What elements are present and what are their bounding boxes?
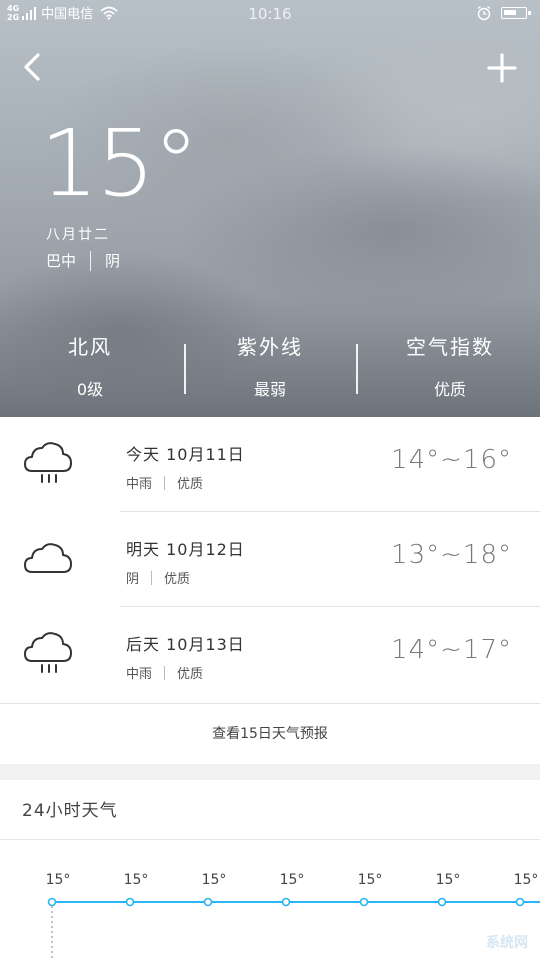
forecast-temp-range: 13°~18° xyxy=(391,540,512,570)
hourly-temp-label: 15° xyxy=(279,872,305,888)
forecast-row-day-after[interactable]: 后天 10月13日 中雨 优质 14°~17° xyxy=(0,607,540,702)
forecast-air: 优质 xyxy=(177,477,204,492)
forecast-meta: 中雨 优质 xyxy=(126,663,203,682)
hourly-temp-label: 15° xyxy=(435,872,461,888)
weather-indices: 北风 0级 紫外线 最弱 空气指数 优质 xyxy=(0,330,540,410)
forecast-weather: 阴 xyxy=(126,572,140,587)
index-wind: 北风 0级 xyxy=(0,330,180,400)
current-condition: 阴 xyxy=(105,252,121,270)
forecast-air: 优质 xyxy=(177,667,204,682)
index-label: 空气指数 xyxy=(406,335,494,359)
alarm-icon xyxy=(477,5,491,21)
hourly-point xyxy=(203,897,213,907)
forecast-day: 今天 10月11日 xyxy=(126,445,245,464)
index-uv: 紫外线 最弱 xyxy=(180,330,360,400)
add-city-button[interactable] xyxy=(484,50,520,86)
forecast-weather: 中雨 xyxy=(126,667,153,682)
divider xyxy=(151,570,153,585)
forecast-weather: 中雨 xyxy=(126,477,153,492)
forecast-temp-range: 14°~16° xyxy=(391,445,512,475)
hourly-title: 24小时天气 xyxy=(22,801,118,821)
location-name: 巴中 xyxy=(46,252,77,270)
location-condition: 巴中 阴 xyxy=(46,250,120,271)
divider xyxy=(356,344,358,394)
hourly-temp-label: 15° xyxy=(513,872,539,888)
view-15-day-forecast-link[interactable]: 查看15日天气预报 xyxy=(0,703,540,764)
status-bar: 4G 2G 中国电信 10:16 xyxy=(0,0,540,28)
index-value: 优质 xyxy=(433,380,466,399)
forecast-temp-range: 14°~17° xyxy=(391,635,512,665)
forecast-day: 后天 10月13日 xyxy=(126,635,245,654)
hourly-temp-label: 15° xyxy=(201,872,227,888)
hourly-point xyxy=(437,897,447,907)
status-time: 10:16 xyxy=(248,5,292,23)
index-value: 最弱 xyxy=(253,380,286,399)
hourly-point xyxy=(359,897,369,907)
hourly-point xyxy=(125,897,135,907)
divider xyxy=(0,839,540,840)
rain-cloud-icon xyxy=(24,632,72,673)
hourly-temp-label: 15° xyxy=(45,872,71,888)
rain-cloud-icon xyxy=(24,442,72,483)
divider xyxy=(90,250,92,271)
divider xyxy=(164,665,166,680)
current-temperature: 15° xyxy=(40,110,199,217)
forecast-row-tomorrow[interactable]: 明天 10月12日 阴 优质 13°~18° xyxy=(0,512,540,607)
lunar-date: 八月廿二 xyxy=(46,227,110,243)
section-separator xyxy=(0,764,540,780)
hourly-point xyxy=(281,897,291,907)
forecast-day: 明天 10月12日 xyxy=(126,540,245,559)
hourly-temp-label: 15° xyxy=(357,872,383,888)
hourly-point xyxy=(47,897,57,907)
watermark: 系统网 xyxy=(486,935,528,951)
forecast-row-today[interactable]: 今天 10月11日 中雨 优质 14°~16° xyxy=(0,417,540,512)
weather-hero: 4G 2G 中国电信 10:16 15° 八月廿二 巴中 阴 北风 0级 紫外线… xyxy=(0,0,540,417)
back-button[interactable] xyxy=(16,50,50,84)
cloud-icon xyxy=(24,543,72,573)
index-value: 0级 xyxy=(76,380,104,399)
hourly-point xyxy=(515,897,525,907)
hourly-temp-label: 15° xyxy=(123,872,149,888)
forecast-meta: 中雨 优质 xyxy=(126,473,203,492)
index-label: 北风 xyxy=(68,335,112,359)
forecast-meta: 阴 优质 xyxy=(126,568,190,587)
battery-icon xyxy=(501,7,531,19)
forecast-air: 优质 xyxy=(164,572,191,587)
hourly-chart[interactable]: 15° 15° 15° 15° 15° 15° 15° 系统网 xyxy=(0,860,540,960)
index-air-quality: 空气指数 优质 xyxy=(360,330,540,400)
index-label: 紫外线 xyxy=(237,335,303,359)
divider xyxy=(164,475,166,490)
